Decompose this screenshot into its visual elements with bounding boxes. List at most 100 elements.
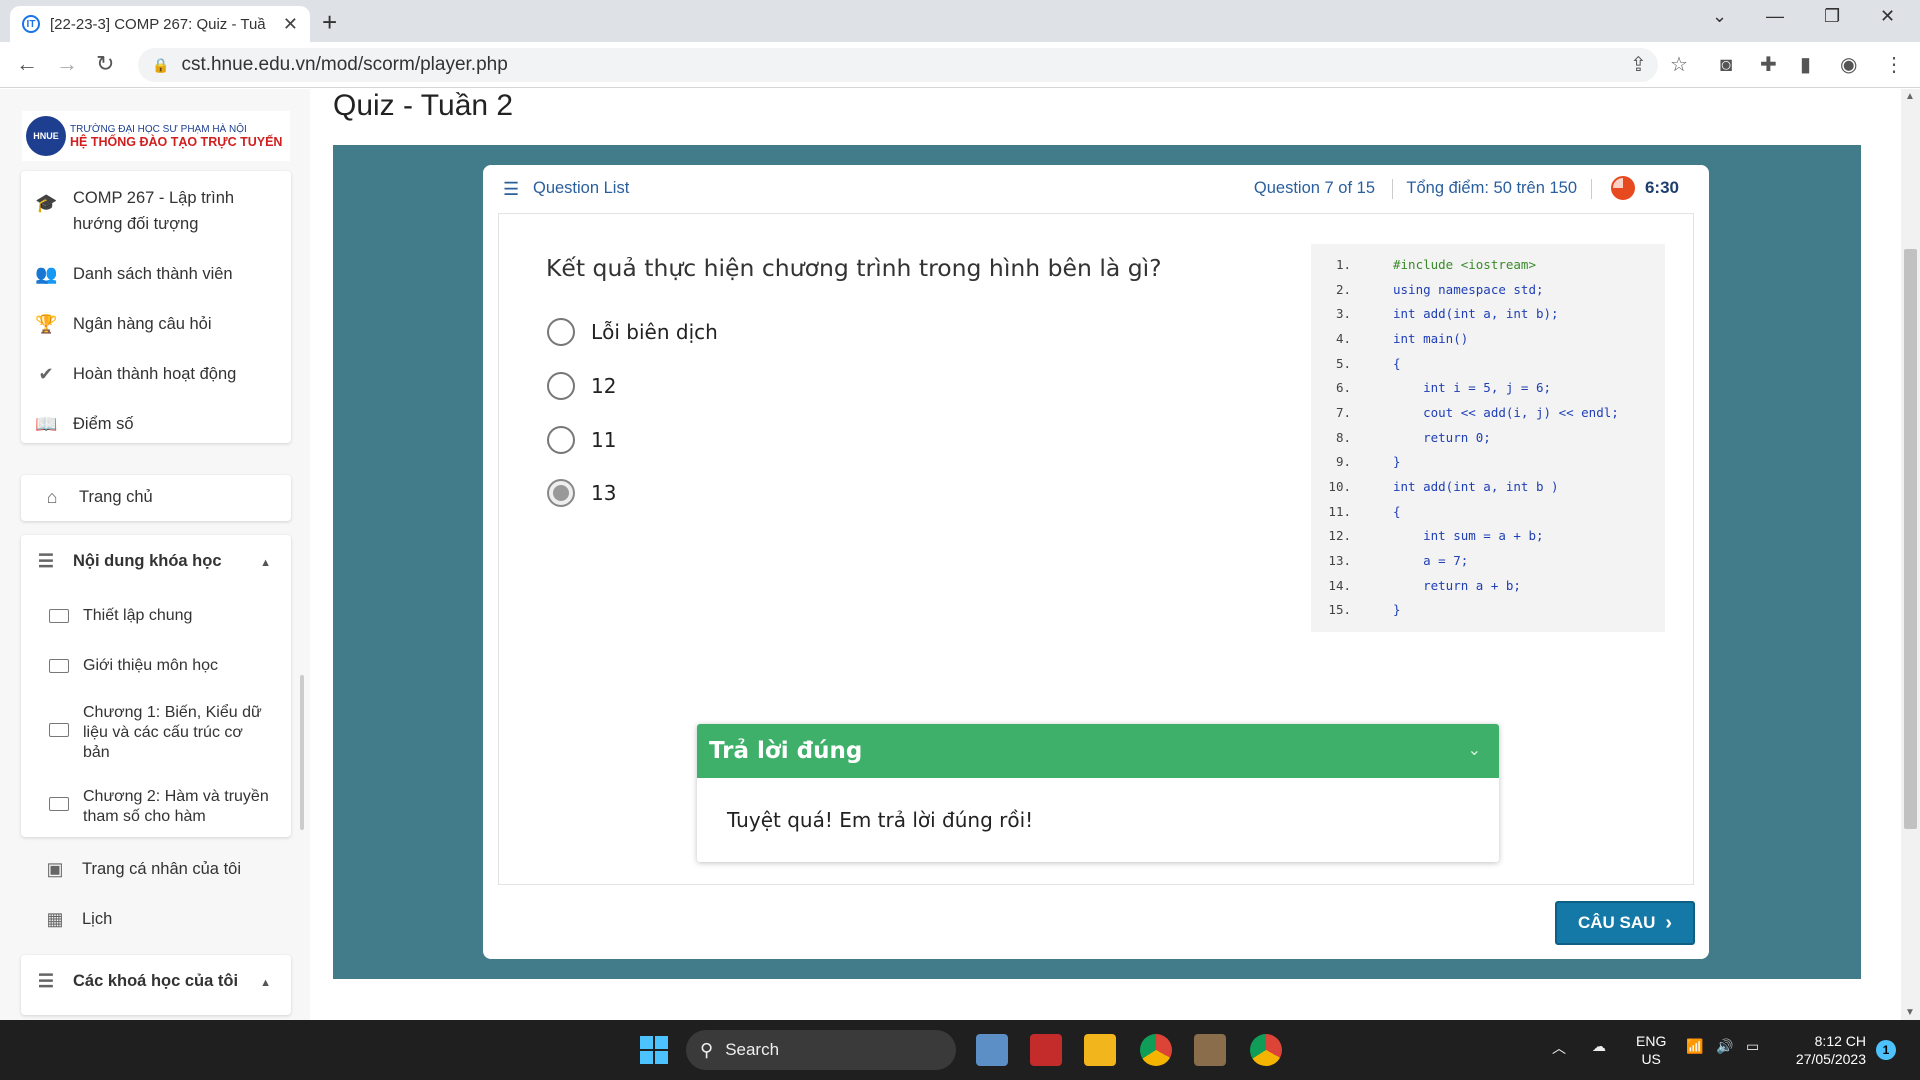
code-line: 15.} — [1311, 598, 1665, 623]
course-menu-item-completion[interactable]: ✔ Hoàn thành hoạt động — [21, 364, 291, 385]
browser-tab-strip: IT [22-23-3] COMP 267: Quiz - Tuầ ✕ + ⌄ … — [0, 0, 1920, 42]
forward-icon[interactable]: → — [56, 52, 78, 76]
volume-icon[interactable]: 🔊 — [1716, 1038, 1733, 1055]
radio-button[interactable] — [547, 372, 575, 400]
show-hidden-icons-icon[interactable]: ︿ — [1552, 1038, 1566, 1058]
code-line-number: 10. — [1328, 479, 1351, 495]
onedrive-cloud-icon[interactable]: ☁ — [1592, 1038, 1606, 1055]
home-icon: ⌂ — [46, 487, 58, 507]
browser-tab[interactable]: IT [22-23-3] COMP 267: Quiz - Tuầ ✕ — [10, 6, 310, 42]
scroll-up-icon[interactable]: ▲ — [1905, 91, 1915, 102]
browser-menu-icon[interactable]: ⋮ — [1884, 54, 1904, 76]
notification-badge[interactable]: 1 — [1876, 1040, 1896, 1060]
section-scrollbar[interactable] — [300, 675, 304, 830]
code-line-text: cout << add(i, j) << endl; — [1393, 404, 1619, 420]
answer-option-selected[interactable]: 13 — [547, 479, 616, 507]
collapse-caret-icon[interactable]: ▲ — [260, 977, 271, 989]
radio-button[interactable] — [547, 426, 575, 454]
wifi-icon[interactable]: 📶 — [1686, 1038, 1703, 1055]
answer-option[interactable]: Lỗi biên dịch — [547, 318, 718, 346]
address-bar[interactable]: 🔒 cst.hnue.edu.vn/mod/scorm/player.php — [138, 48, 1658, 82]
restore-icon[interactable]: ❐ — [1824, 6, 1840, 27]
code-line-number: 9. — [1335, 454, 1351, 470]
course-menu-item-grades[interactable]: 📖 Điểm số — [21, 414, 291, 435]
side-panel-icon[interactable]: ▮ — [1800, 54, 1811, 76]
windows-start-icon[interactable] — [640, 1036, 668, 1064]
photos-app-icon[interactable] — [976, 1034, 1008, 1066]
course-menu-label: Hoàn thành hoạt động — [73, 365, 237, 383]
page: HNUE TRƯỜNG ĐẠI HỌC SƯ PHẠM HÀ NỘI HỆ TH… — [0, 89, 1920, 1020]
profile-icon[interactable]: ◉ — [1840, 54, 1857, 76]
total-score: Tổng điểm: 50 trên 150 — [1406, 179, 1577, 197]
language-indicator[interactable]: ENG US — [1636, 1032, 1666, 1068]
home-card: ⌂ Trang chủ — [21, 475, 291, 521]
code-line-number: 3. — [1335, 306, 1351, 322]
chevron-down-icon[interactable]: ⌄ — [1468, 740, 1481, 760]
code-line: 10. int add(int a, int b ) — [1311, 474, 1665, 499]
course-section-label: Chương 2: Hàm và truyền tham số cho hàm — [83, 788, 269, 825]
game-app-icon[interactable] — [1194, 1034, 1226, 1066]
nav-profile[interactable]: ▣ Trang cá nhân của tôi — [0, 859, 310, 880]
code-line-number: 5. — [1335, 355, 1351, 371]
chrome-icon[interactable] — [1140, 1034, 1172, 1066]
code-line-text: { — [1393, 355, 1401, 371]
page-scrollbar[interactable]: ▲ ▼ — [1901, 89, 1920, 1020]
tab-search-icon[interactable]: ⌄ — [1712, 6, 1727, 27]
code-line-number: 14. — [1328, 577, 1351, 593]
code-line: 6. int i = 5, j = 6; — [1311, 375, 1665, 400]
nav-home[interactable]: ⌂ Trang chủ — [21, 487, 291, 508]
back-icon[interactable]: ← — [16, 52, 38, 76]
bookmark-star-icon[interactable]: ☆ — [1670, 54, 1688, 76]
course-section-item[interactable]: Chương 1: Biến, Kiểu dữ liệu và các cấu … — [21, 703, 291, 763]
my-courses-header[interactable]: ☰ Các khoá học của tôi — [21, 971, 291, 992]
scroll-down-icon[interactable]: ▼ — [1905, 1007, 1915, 1018]
code-line: 13. a = 7; — [1311, 548, 1665, 573]
lang-line1: ENG — [1636, 1033, 1667, 1049]
course-section-item[interactable]: Giới thiệu môn học — [21, 657, 291, 675]
battery-icon[interactable]: ▭ — [1746, 1038, 1759, 1055]
answer-label: 13 — [591, 481, 617, 505]
taskbar-clock[interactable]: 8:12 CH 27/05/2023 — [1786, 1032, 1866, 1068]
url-text: cst.hnue.edu.vn/mod/scorm/player.php — [181, 54, 508, 75]
answer-label: Lỗi biên dịch — [591, 320, 718, 344]
folder-icon — [49, 609, 69, 623]
next-question-button[interactable]: CÂU SAU › — [1555, 901, 1695, 945]
my-courses-title: Các khoá học của tôi — [73, 972, 239, 990]
file-explorer-icon[interactable] — [1084, 1034, 1116, 1066]
feedback-header[interactable]: Trả lời đúng — [697, 724, 1499, 778]
camera-icon[interactable]: ◙ — [1720, 54, 1732, 76]
code-line-number: 4. — [1335, 330, 1351, 346]
lock-icon: 🔒 — [152, 56, 170, 73]
course-section-item[interactable]: Chương 2: Hàm và truyền tham số cho hàm — [21, 787, 291, 827]
check-icon: ✔ — [38, 364, 54, 384]
tab-close-icon[interactable]: ✕ — [283, 14, 298, 35]
course-content-header[interactable]: ☰ Nội dung khóa học — [21, 551, 291, 572]
reload-icon[interactable]: ↻ — [96, 52, 114, 76]
site-logo[interactable]: HNUE TRƯỜNG ĐẠI HỌC SƯ PHẠM HÀ NỘI HỆ TH… — [22, 111, 290, 161]
course-section-label: Thiết lập chung — [83, 607, 193, 624]
course-menu-card: 🎓 COMP 267 - Lập trình hướng đối tượng 👥… — [21, 171, 291, 443]
collapse-caret-icon[interactable]: ▲ — [260, 557, 271, 569]
extensions-icon[interactable]: ✚ — [1760, 54, 1777, 76]
course-menu-item-question-bank[interactable]: 🏆 Ngân hàng câu hỏi — [21, 314, 291, 335]
answer-option[interactable]: 11 — [547, 426, 616, 454]
scrollbar-thumb[interactable] — [1904, 249, 1917, 829]
course-section-item[interactable]: Thiết lập chung — [21, 607, 291, 625]
radio-button-checked[interactable] — [547, 479, 575, 507]
course-content-card: ☰ Nội dung khóa học ▲ Thiết lập chung Gi… — [21, 535, 304, 837]
share-icon[interactable]: ⇪ — [1630, 54, 1647, 76]
taskbar-search[interactable]: ⚲ Search — [686, 1030, 956, 1070]
timer-value: 6:30 — [1644, 178, 1679, 197]
new-tab-icon[interactable]: + — [322, 8, 337, 36]
answer-option[interactable]: 12 — [547, 372, 616, 400]
course-menu-item-course[interactable]: 🎓 COMP 267 - Lập trình hướng đối tượng — [21, 185, 291, 237]
chrome-profile-icon[interactable] — [1250, 1034, 1282, 1066]
minimize-icon[interactable]: — — [1766, 6, 1784, 27]
question-list-button[interactable]: ☰ Question List — [503, 179, 629, 198]
close-window-icon[interactable]: ✕ — [1880, 6, 1895, 27]
taskbar: ⚲ Search ︿ ☁ ENG US 📶 🔊 ▭ 8:12 CH 27/05/… — [0, 1020, 1920, 1080]
nav-calendar[interactable]: ▦ Lịch — [0, 909, 310, 930]
app-icon[interactable] — [1030, 1034, 1062, 1066]
radio-button[interactable] — [547, 318, 575, 346]
course-menu-item-participants[interactable]: 👥 Danh sách thành viên — [21, 264, 291, 285]
